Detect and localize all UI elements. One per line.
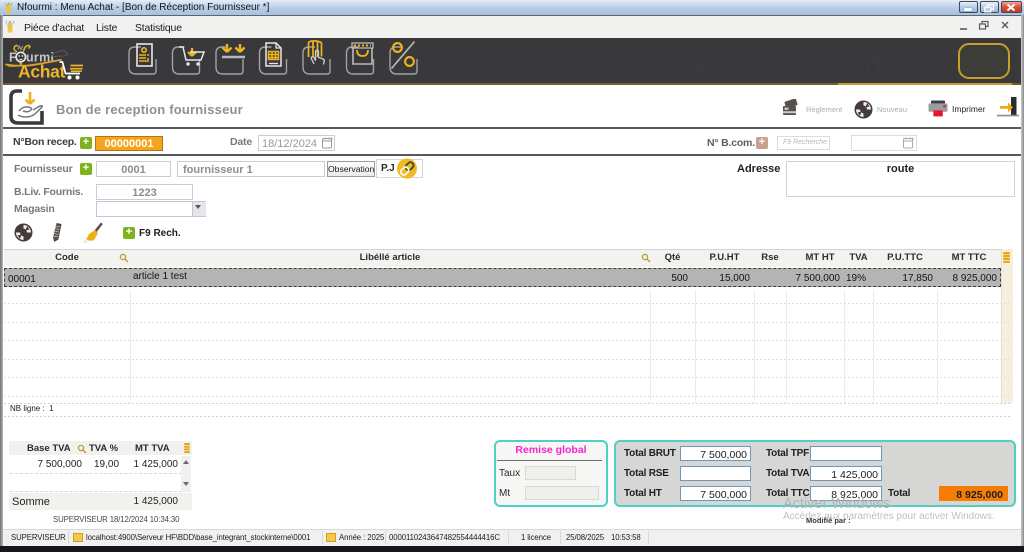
svg-text:Achat: Achat (18, 62, 66, 82)
